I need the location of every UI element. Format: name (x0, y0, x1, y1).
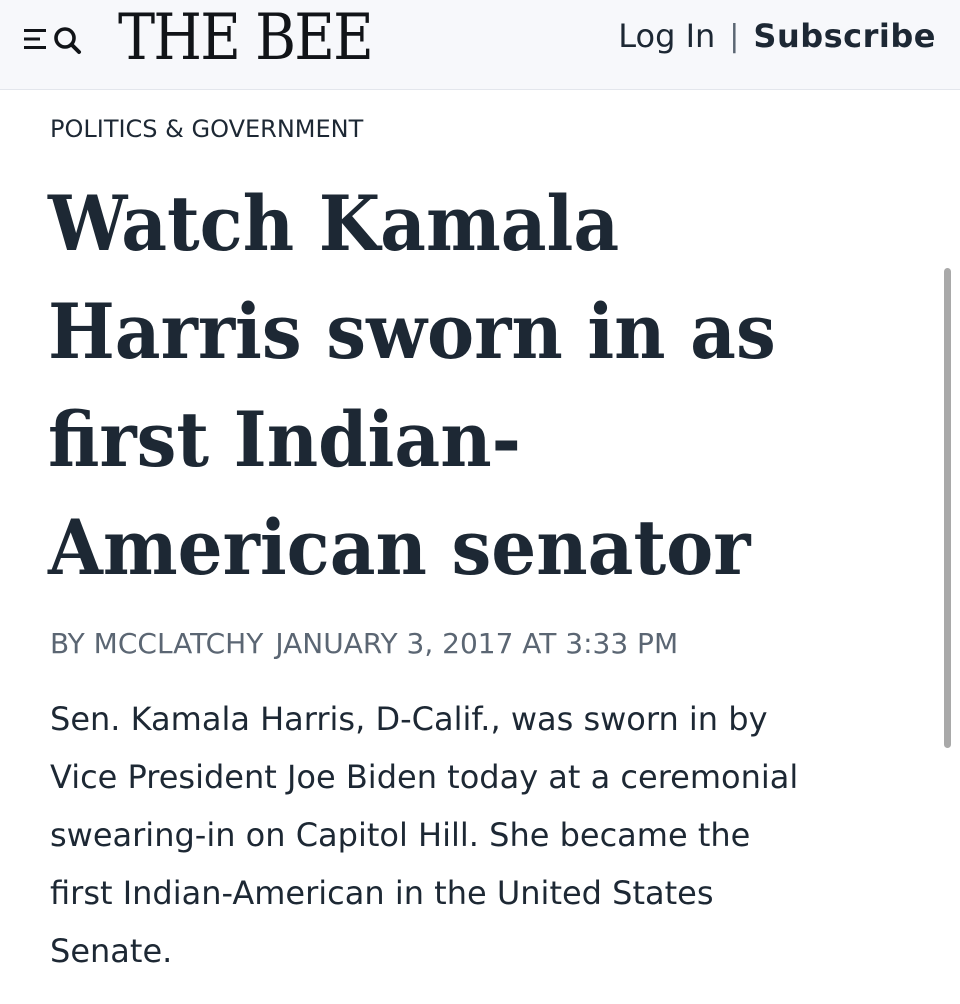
article-headline: Watch Kamala Harris sworn in as first In… (48, 170, 908, 602)
body-line: swearing-in on Capitol Hill. She became … (50, 816, 751, 854)
scrollbar[interactable] (944, 268, 951, 748)
headline-line: first Indian- (48, 395, 521, 484)
headline-line: American senator (48, 503, 751, 592)
publish-date: JANUARY 3, 2017 AT 3:33 PM (275, 627, 679, 660)
article-byline: BY MCCLATCHY JANUARY 3, 2017 AT 3:33 PM (50, 626, 678, 662)
article-body: Sen. Kamala Harris, D-Calif., was sworn … (50, 690, 920, 980)
author-byline: BY MCCLATCHY (50, 627, 264, 660)
login-link[interactable]: Log In (618, 17, 715, 55)
headline-line: Harris sworn in as (48, 287, 776, 376)
body-line: Sen. Kamala Harris, D-Calif., was sworn … (50, 700, 768, 738)
body-line: Vice President Joe Biden today at a cere… (50, 758, 799, 796)
account-separator: | (729, 18, 740, 54)
headline-line: Watch Kamala (48, 179, 620, 268)
site-header: THE BEE Log In | Subscribe (0, 0, 960, 90)
menu-search-button[interactable] (22, 20, 98, 56)
body-line: first Indian-American in the United Stat… (50, 874, 714, 912)
section-link[interactable]: POLITICS & GOVERNMENT (50, 113, 363, 145)
body-line: Senate. (50, 932, 173, 970)
hamburger-icon[interactable] (24, 27, 50, 51)
subscribe-link[interactable]: Subscribe (753, 17, 936, 55)
search-icon[interactable] (52, 25, 84, 55)
site-logo[interactable]: THE BEE (118, 2, 374, 74)
account-links: Log In | Subscribe (618, 16, 936, 56)
